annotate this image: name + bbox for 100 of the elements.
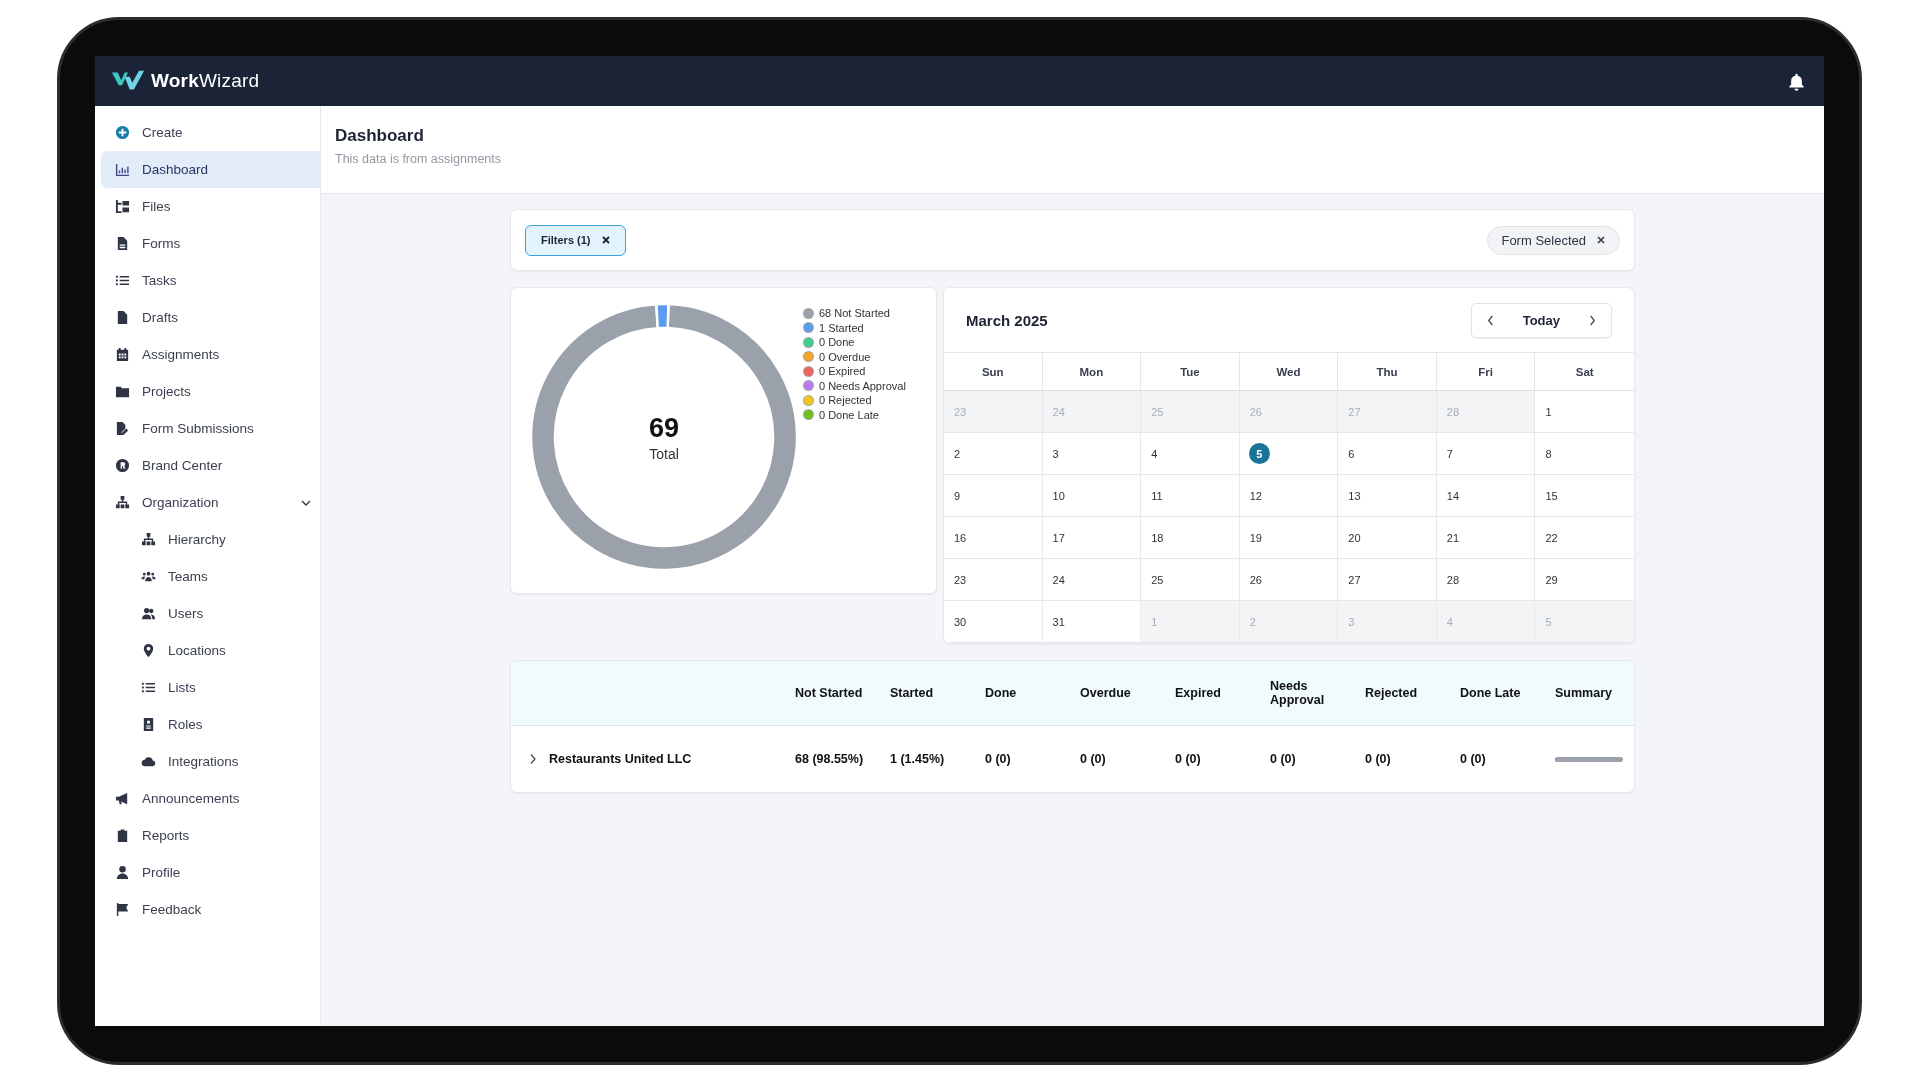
day-cell[interactable]: 22 [1535, 517, 1634, 559]
sidebar-item[interactable]: Feedback [101, 891, 320, 928]
sidebar-item[interactable]: Assignments [101, 336, 320, 373]
users-icon [141, 606, 156, 621]
previous-icon[interactable] [1485, 313, 1495, 327]
table-cell-text: 68 (98.55%) [795, 751, 865, 768]
sidebar-subitem[interactable]: Roles [101, 706, 320, 743]
column-header: Expired [1175, 685, 1222, 702]
day-cell[interactable]: 7 [1436, 433, 1536, 475]
badge-icon [141, 717, 156, 732]
column-header: Done [985, 685, 1018, 702]
folder-icon [115, 384, 130, 399]
sidebar-item[interactable]: Forms [101, 225, 320, 262]
close-icon[interactable] [1596, 235, 1606, 245]
legend-label: 0 Overdue [819, 350, 871, 363]
column-header: Done Late [1460, 685, 1522, 702]
table-cell-text: 0 (0) [1270, 751, 1297, 768]
legend-label: 0 Expired [819, 365, 866, 378]
day-cell[interactable]: 1 [1535, 391, 1634, 433]
brand-name: WorkWizard [151, 70, 260, 92]
day-cell[interactable]: 6 [1338, 433, 1437, 475]
column-header: Not Started [795, 685, 864, 702]
day-cell[interactable]: 5 [1239, 433, 1339, 475]
cloud-icon [141, 754, 156, 769]
day-cell[interactable]: 11 [1141, 475, 1240, 517]
day-cell[interactable]: 10 [1042, 475, 1142, 517]
sidebar-item[interactable]: Files [101, 188, 320, 225]
filters-chip[interactable]: Filters (1) [525, 224, 626, 256]
legend-label: 1 Started [819, 321, 864, 334]
checklist-icon [115, 273, 130, 288]
hierarchy-icon [115, 495, 130, 510]
sidebar-item[interactable]: Form Submissions [101, 410, 320, 447]
sidebar-item[interactable]: Organization [101, 484, 320, 521]
document-icon [115, 236, 130, 251]
day-cell[interactable]: 23 [944, 559, 1043, 601]
sidebar-item[interactable]: Profile [101, 854, 320, 891]
day-cell[interactable]: 24 [1042, 559, 1142, 601]
day-cell[interactable]: 4 [1141, 433, 1240, 475]
row-name: Restaurants United LLC [549, 752, 692, 766]
person-icon [115, 865, 130, 880]
form-selected-chip[interactable]: Form Selected [1487, 225, 1620, 255]
sidebar-subitem[interactable]: Teams [101, 558, 320, 595]
sidebar-item[interactable]: Drafts [101, 299, 320, 336]
column-header: Started [890, 685, 935, 702]
table-cell-text: 0 (0) [1460, 751, 1487, 768]
sidebar-item[interactable]: Tasks [101, 262, 320, 299]
sidebar-subitem[interactable]: Integrations [101, 743, 320, 780]
registered-icon [115, 458, 130, 473]
sidebar-subitem[interactable]: Locations [101, 632, 320, 669]
day-cell[interactable]: 3 [1042, 433, 1142, 475]
day-cell[interactable]: 30 [944, 601, 1043, 643]
day-cell[interactable]: 13 [1338, 475, 1437, 517]
file-icon [115, 310, 130, 325]
day-cell[interactable]: 12 [1239, 475, 1339, 517]
total-label: Total [649, 445, 679, 462]
sidebar-item[interactable]: Projects [101, 373, 320, 410]
sidebar-item[interactable]: Dashboard [101, 151, 320, 188]
column-header: Overdue [1080, 685, 1132, 702]
day-cell[interactable]: 21 [1436, 517, 1536, 559]
total-count: 69 [648, 412, 679, 444]
day-cell[interactable]: 14 [1436, 475, 1536, 517]
column-header: Summary [1555, 685, 1613, 702]
page-subtitle: This data is from assignments [335, 152, 503, 166]
calendar-icon [115, 347, 130, 362]
legend-label: 0 Rejected [819, 394, 872, 407]
legend-label: 68 Not Started [819, 307, 890, 320]
weekday-header: Sat [1535, 353, 1634, 391]
expand-chevron-icon[interactable] [529, 753, 537, 765]
bar-chart-icon [115, 162, 130, 177]
day-cell[interactable]: 9 [944, 475, 1043, 517]
table-cell-text: 0 (0) [1365, 751, 1392, 768]
day-cell[interactable]: 15 [1535, 475, 1634, 517]
sidebar-item[interactable]: Reports [101, 817, 320, 854]
today-button[interactable]: Today [1512, 312, 1570, 328]
sidebar-item[interactable]: Brand Center [101, 447, 320, 484]
day-cell[interactable]: 20 [1338, 517, 1437, 559]
team-icon [141, 569, 156, 584]
clipboard-icon [115, 828, 130, 843]
day-cell[interactable]: 19 [1239, 517, 1339, 559]
day-cell[interactable]: 17 [1042, 517, 1142, 559]
sidebar-subitem[interactable]: Lists [101, 669, 320, 706]
sidebar-subitem[interactable]: Users [101, 595, 320, 632]
sidebar-subitem[interactable]: Hierarchy [101, 521, 320, 558]
page-title: Dashboard [335, 126, 425, 146]
day-cell[interactable]: 2 [944, 433, 1043, 475]
location-pin-icon [141, 643, 156, 658]
day-cell[interactable]: 18 [1141, 517, 1240, 559]
next-icon[interactable] [1588, 313, 1597, 327]
table-cell-text: 1 (1.45%) [890, 751, 946, 768]
list-icon [141, 680, 156, 695]
megaphone-icon [115, 791, 130, 806]
column-header: Needs Approval [1270, 678, 1326, 709]
month-title: March 2025 [966, 311, 1048, 329]
day-cell[interactable]: 8 [1535, 433, 1634, 475]
notification-bell-icon[interactable] [1787, 71, 1806, 91]
legend-label: 0 Needs Approval [819, 379, 906, 392]
sidebar-item[interactable]: Announcements [101, 780, 320, 817]
close-icon[interactable] [600, 235, 611, 245]
day-cell[interactable]: 16 [944, 517, 1043, 559]
sidebar-item[interactable]: Create [101, 114, 320, 151]
